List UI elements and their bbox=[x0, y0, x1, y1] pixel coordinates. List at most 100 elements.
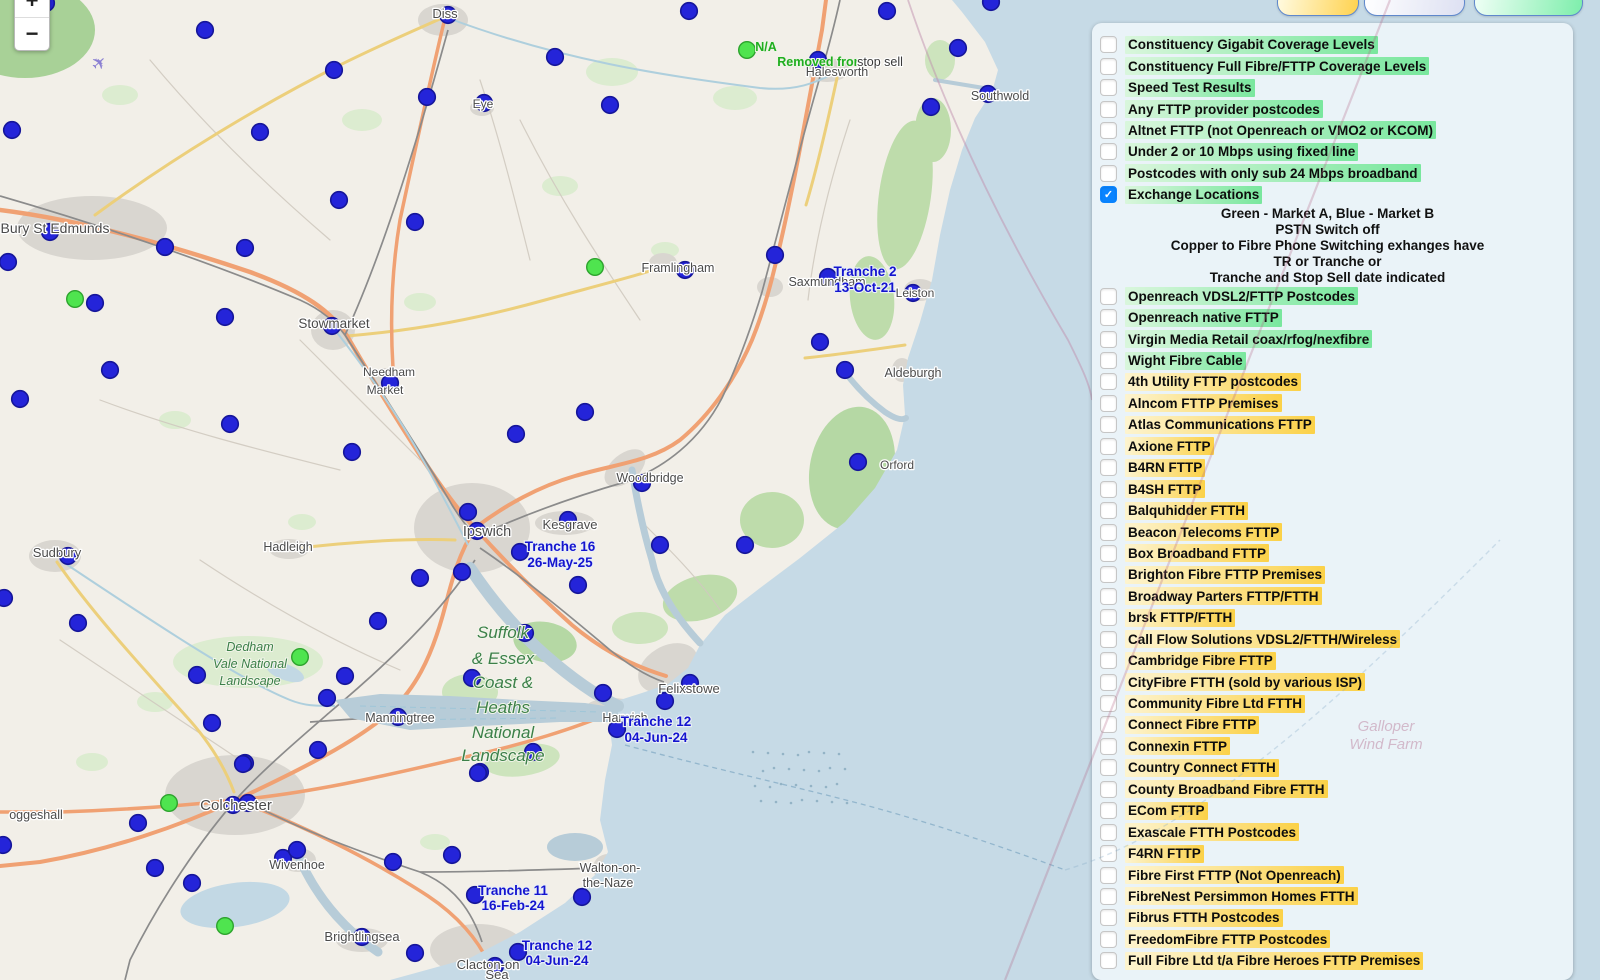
layer-label[interactable]: FreedomFibre FTTP Postcodes bbox=[1125, 930, 1331, 949]
layer-label[interactable]: FibreNest Persimmon Homes FTTH bbox=[1125, 887, 1358, 906]
layer-checkbox[interactable] bbox=[1100, 416, 1117, 434]
layer-checkbox[interactable] bbox=[1100, 737, 1117, 755]
layer-checkbox[interactable] bbox=[1100, 523, 1117, 541]
exchange-marker-blue[interactable] bbox=[187, 665, 207, 685]
exchange-marker-green[interactable] bbox=[738, 41, 757, 60]
layer-checkbox[interactable] bbox=[1100, 480, 1117, 498]
layer-checkbox[interactable] bbox=[1100, 352, 1117, 370]
exchange-marker-blue[interactable] bbox=[545, 47, 565, 67]
exchange-marker-blue[interactable] bbox=[575, 402, 595, 422]
layer-label[interactable]: Under 2 or 10 Mbps using fixed line bbox=[1125, 142, 1359, 161]
layer-checkbox[interactable] bbox=[1100, 630, 1117, 648]
layer-label[interactable]: Wight Fibre Cable bbox=[1125, 351, 1246, 370]
exchange-marker-blue[interactable] bbox=[383, 852, 403, 872]
exchange-marker-blue[interactable] bbox=[417, 87, 437, 107]
exchange-marker-blue[interactable] bbox=[10, 389, 30, 409]
layer-checkbox[interactable] bbox=[1100, 121, 1117, 139]
layer-checkbox[interactable] bbox=[1100, 930, 1117, 948]
layer-label[interactable]: Broadway Parters FTTP/FTTH bbox=[1125, 587, 1322, 606]
layer-checkbox[interactable] bbox=[1100, 866, 1117, 884]
layer-checkbox[interactable] bbox=[1100, 780, 1117, 798]
layer-checkbox[interactable] bbox=[1100, 164, 1117, 182]
layer-checkbox[interactable] bbox=[1100, 845, 1117, 863]
layer-label[interactable]: Altnet FTTP (not Openreach or VMO2 or KC… bbox=[1125, 121, 1437, 140]
layer-checkbox[interactable] bbox=[1100, 57, 1117, 75]
exchange-marker-blue[interactable] bbox=[600, 95, 620, 115]
layer-label[interactable]: Speed Test Results bbox=[1125, 78, 1255, 97]
exchange-marker-blue[interactable] bbox=[235, 238, 255, 258]
exchange-marker-blue[interactable] bbox=[0, 252, 18, 272]
exchange-marker-blue[interactable] bbox=[145, 858, 165, 878]
exchange-marker-blue[interactable] bbox=[0, 588, 14, 608]
layer-label[interactable]: Atlas Communications FTTP bbox=[1125, 415, 1315, 434]
layer-checkbox[interactable] bbox=[1100, 437, 1117, 455]
exchange-marker-blue[interactable] bbox=[921, 97, 941, 117]
exchange-marker-blue[interactable] bbox=[442, 845, 462, 865]
layer-label[interactable]: County Broadband Fibre FTTH bbox=[1125, 780, 1328, 799]
layer-label[interactable]: 4th Utility FTTP postcodes bbox=[1125, 372, 1302, 391]
layer-checkbox[interactable] bbox=[1100, 609, 1117, 627]
exchange-marker-blue[interactable] bbox=[2, 120, 22, 140]
exchange-marker-green[interactable] bbox=[586, 258, 605, 277]
layer-checkbox[interactable] bbox=[1100, 587, 1117, 605]
layer-checkbox[interactable] bbox=[1100, 652, 1117, 670]
exchange-marker-blue[interactable] bbox=[317, 688, 337, 708]
layer-label[interactable]: Connexin FTTP bbox=[1125, 737, 1230, 756]
layer-checkbox[interactable] bbox=[1100, 287, 1117, 305]
exchange-marker-blue[interactable] bbox=[368, 611, 388, 631]
exchange-marker-blue[interactable] bbox=[468, 763, 488, 783]
exchange-marker-blue[interactable] bbox=[324, 60, 344, 80]
layer-label[interactable]: Constituency Full Fibre/FTTP Coverage Le… bbox=[1125, 57, 1430, 76]
layer-label[interactable]: Call Flow Solutions VDSL2/FTTH/Wireless bbox=[1125, 630, 1401, 649]
layer-label[interactable]: B4RN FTTP bbox=[1125, 458, 1206, 477]
layer-checkbox[interactable] bbox=[1100, 695, 1117, 713]
layer-checkbox[interactable] bbox=[1100, 143, 1117, 161]
exchange-marker-blue[interactable] bbox=[100, 360, 120, 380]
exchange-marker-blue[interactable] bbox=[810, 332, 830, 352]
layer-checkbox-checked[interactable]: ✓ bbox=[1100, 186, 1117, 204]
exchange-marker-blue[interactable] bbox=[68, 613, 88, 633]
layer-label[interactable]: Brighton Fibre FTTP Premises bbox=[1125, 565, 1326, 584]
exchange-marker-blue[interactable] bbox=[195, 20, 215, 40]
layer-checkbox[interactable] bbox=[1100, 544, 1117, 562]
layer-label[interactable]: Openreach native FTTP bbox=[1125, 308, 1282, 327]
layer-label[interactable]: Beacon Telecoms FTTP bbox=[1125, 523, 1283, 542]
exchange-marker-blue[interactable] bbox=[679, 1, 699, 21]
exchange-marker-blue[interactable] bbox=[0, 835, 13, 855]
exchange-marker-blue[interactable] bbox=[572, 887, 592, 907]
layer-label[interactable]: Fibrus FTTH Postcodes bbox=[1125, 908, 1283, 927]
exchange-marker-blue[interactable] bbox=[182, 873, 202, 893]
exchange-marker-blue[interactable] bbox=[308, 740, 328, 760]
exchange-marker-blue[interactable] bbox=[233, 754, 253, 774]
exchange-marker-blue[interactable] bbox=[835, 360, 855, 380]
exchange-marker-blue[interactable] bbox=[202, 713, 222, 733]
layer-label[interactable]: CityFibre FTTH (sold by various ISP) bbox=[1125, 673, 1366, 692]
exchange-marker-blue[interactable] bbox=[948, 38, 968, 58]
layer-label[interactable]: Exchange Locations bbox=[1125, 185, 1263, 204]
layer-label[interactable]: brsk FTTP/FTTH bbox=[1125, 608, 1236, 627]
layer-label[interactable]: Exascale FTTH Postcodes bbox=[1125, 823, 1300, 842]
layer-label[interactable]: Postcodes with only sub 24 Mbps broadban… bbox=[1125, 164, 1421, 183]
exchange-marker-blue[interactable] bbox=[650, 535, 670, 555]
layer-label[interactable]: Virgin Media Retail coax/rfog/nexfibre bbox=[1125, 330, 1373, 349]
layer-checkbox[interactable] bbox=[1100, 459, 1117, 477]
exchange-marker-blue[interactable] bbox=[458, 502, 478, 522]
exchange-marker-blue[interactable] bbox=[877, 1, 897, 21]
exchange-marker-green[interactable] bbox=[159, 794, 178, 813]
exchange-marker-blue[interactable] bbox=[335, 666, 355, 686]
layer-checkbox[interactable] bbox=[1100, 802, 1117, 820]
layer-checkbox[interactable] bbox=[1100, 566, 1117, 584]
exchange-marker-green[interactable] bbox=[215, 917, 234, 936]
layer-label[interactable]: Country Connect FTTH bbox=[1125, 758, 1279, 777]
zoom-in-button[interactable]: + bbox=[15, 0, 49, 17]
layer-label[interactable]: Community Fibre Ltd FTTH bbox=[1125, 694, 1305, 713]
layer-label[interactable]: B4SH FTTP bbox=[1125, 480, 1205, 499]
layer-label[interactable]: Cambridge Fibre FTTP bbox=[1125, 651, 1276, 670]
layer-checkbox[interactable] bbox=[1100, 36, 1117, 54]
exchange-marker-blue[interactable] bbox=[287, 840, 307, 860]
exchange-marker-blue[interactable] bbox=[405, 943, 425, 963]
exchange-marker-blue[interactable] bbox=[735, 535, 755, 555]
layer-checkbox[interactable] bbox=[1100, 373, 1117, 391]
layer-checkbox[interactable] bbox=[1100, 673, 1117, 691]
exchange-marker-blue[interactable] bbox=[329, 190, 349, 210]
